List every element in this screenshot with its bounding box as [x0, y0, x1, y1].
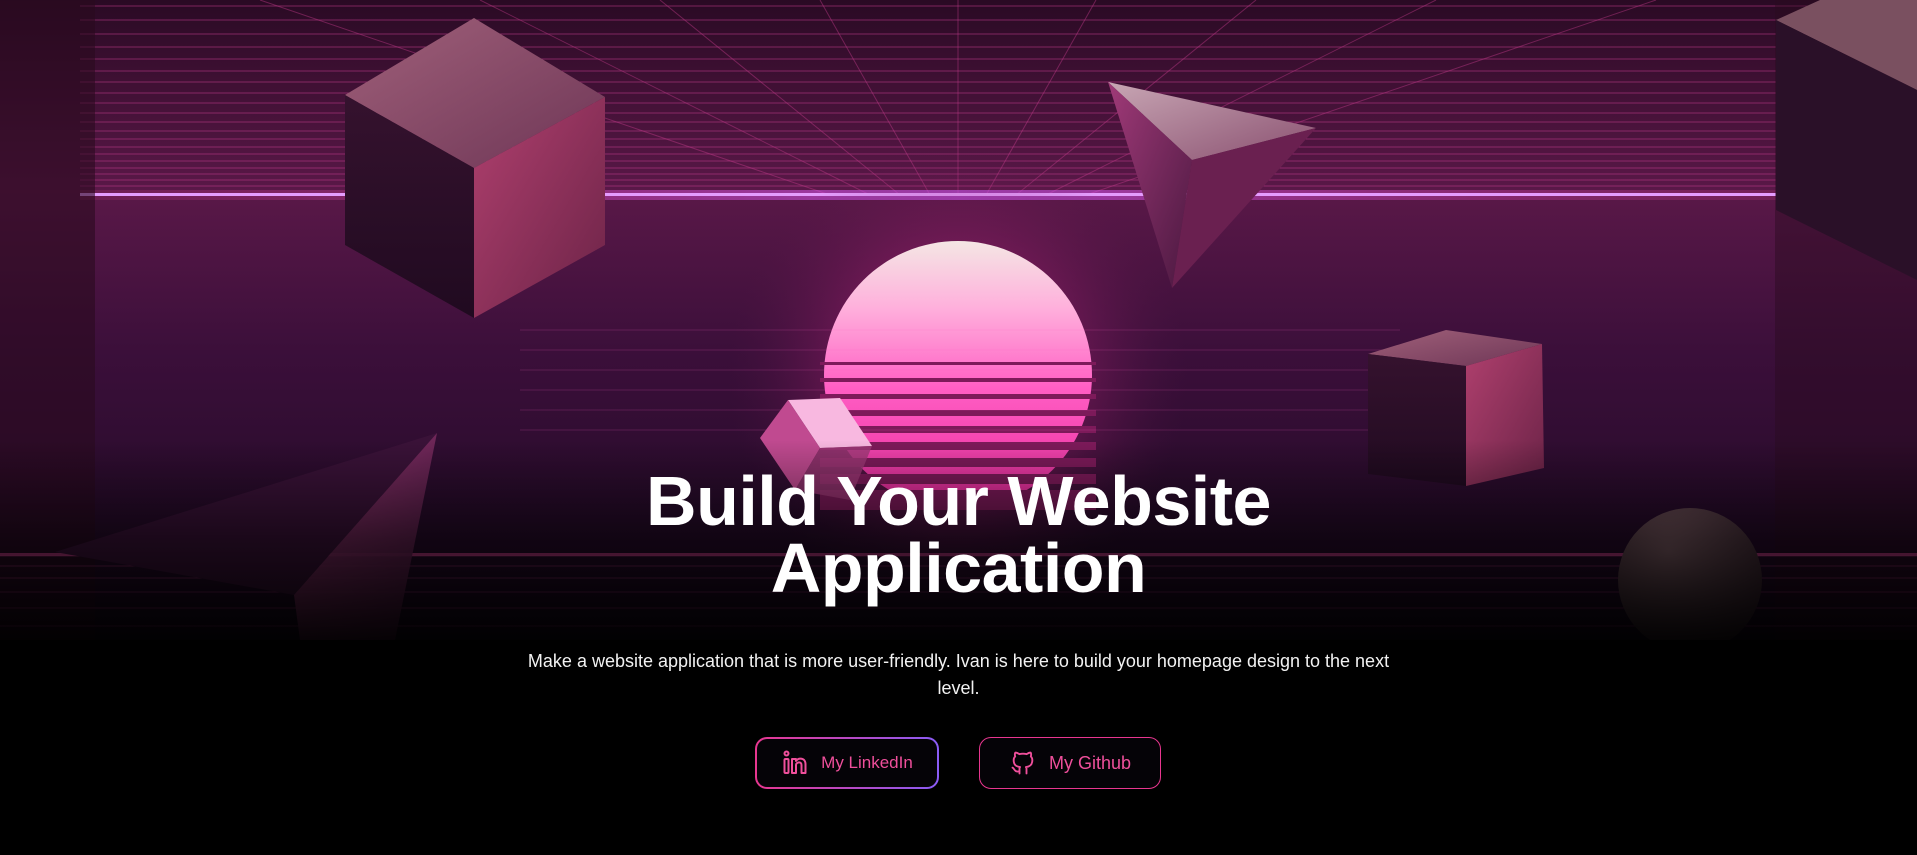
hero-title-line-1: Build Your Website: [646, 462, 1271, 540]
cube-shape-right: [1368, 330, 1544, 486]
github-button-label: My Github: [1048, 752, 1132, 773]
linkedin-button[interactable]: My LinkedIn: [755, 737, 939, 789]
github-button[interactable]: My Github: [979, 737, 1161, 789]
hero-subtitle: Make a website application that is more …: [527, 651, 1390, 698]
hero-title: Build Your Website Application: [0, 462, 1917, 607]
linkedin-button-label: My LinkedIn: [821, 753, 913, 772]
linkedin-icon: [781, 749, 809, 777]
hero-section: Build Your Website Application Make a we…: [0, 0, 1917, 855]
github-icon: [1009, 749, 1037, 777]
hero-title-line-2: Application: [770, 529, 1147, 607]
